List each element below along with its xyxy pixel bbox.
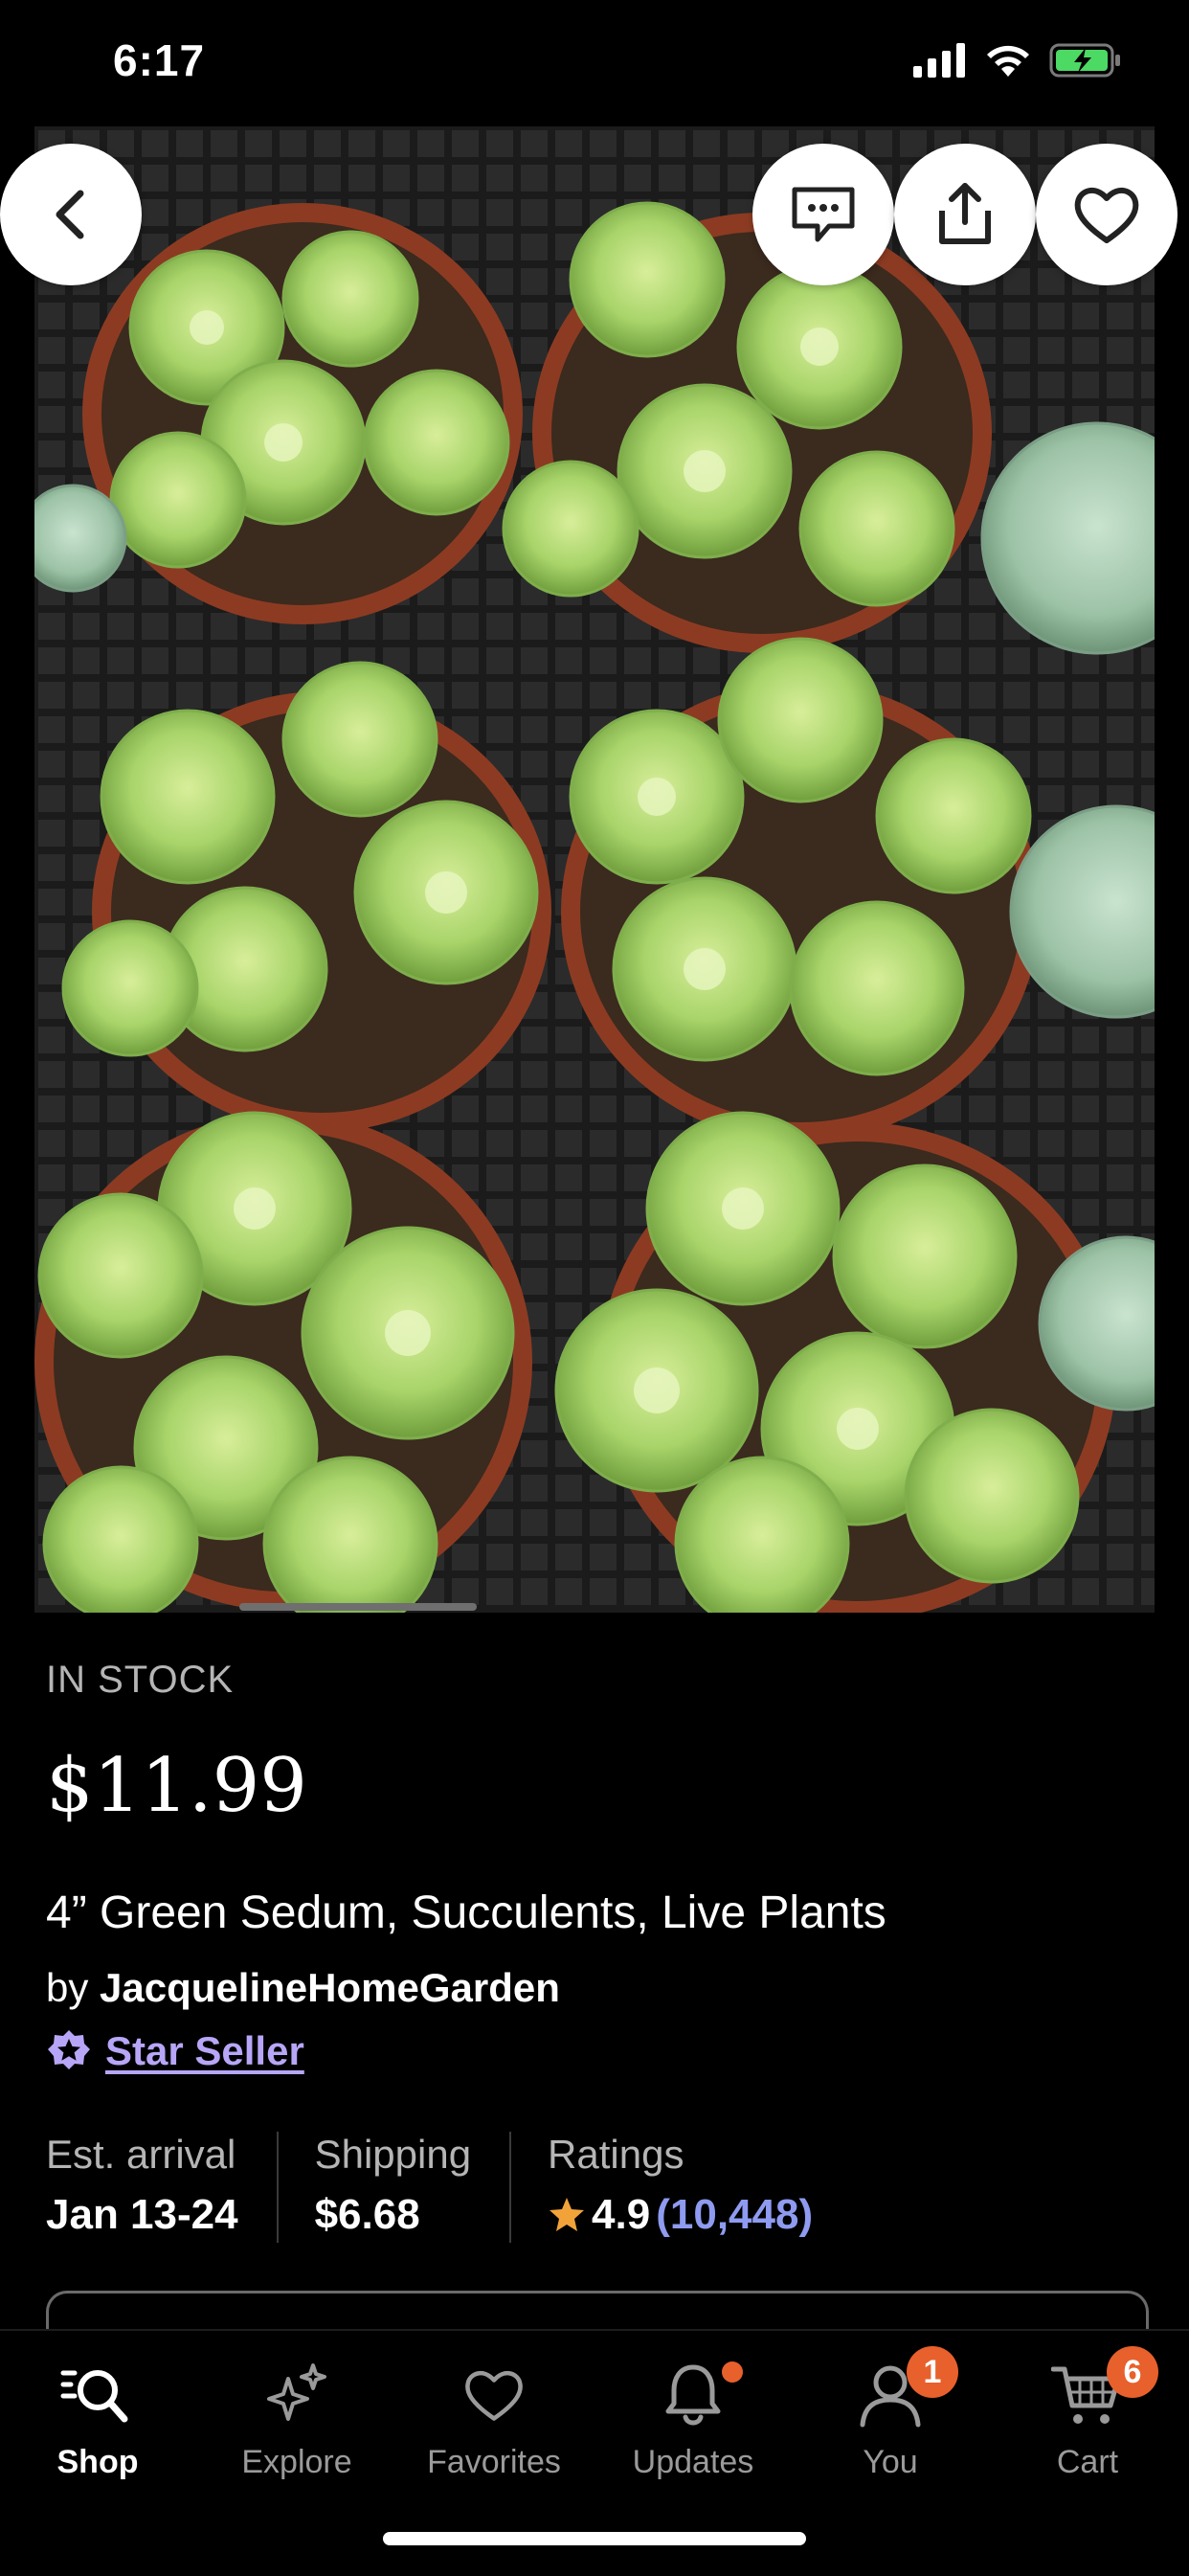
- est-arrival-label: Est. arrival: [46, 2132, 236, 2177]
- message-seller-button[interactable]: [752, 144, 894, 285]
- succulent-image: [34, 126, 1155, 1613]
- star-seller-link[interactable]: Star Seller: [105, 2028, 304, 2074]
- you-badge: 1: [907, 2346, 958, 2398]
- share-icon: [939, 183, 991, 244]
- star-seller-icon: [48, 2030, 90, 2069]
- heart-icon: [465, 2370, 523, 2421]
- product-photo[interactable]: [34, 126, 1155, 1613]
- seller-line[interactable]: by JacquelineHomeGarden: [46, 1965, 560, 2011]
- tab-you[interactable]: 1 You: [795, 2346, 986, 2481]
- tab-cart-label: Cart: [1056, 2444, 1119, 2480]
- shipping-label: Shipping: [314, 2132, 472, 2177]
- star-seller-badge[interactable]: Star Seller: [46, 2028, 304, 2074]
- status-icons: [913, 42, 1122, 79]
- chevron-left-icon: [56, 190, 84, 239]
- home-indicator[interactable]: [383, 2532, 806, 2545]
- rating-value: 4.9: [592, 2191, 651, 2238]
- share-button[interactable]: [894, 144, 1036, 285]
- rating-count-link[interactable]: (10,448): [656, 2191, 813, 2239]
- listing-stats: Est. arrival Jan 13-24 Shipping $6.68 Ra…: [46, 2132, 887, 2243]
- sparkle-icon: [267, 2363, 326, 2421]
- heart-icon: [1074, 187, 1139, 243]
- stock-status: IN STOCK: [46, 1659, 235, 1701]
- tab-explore-label: Explore: [241, 2444, 352, 2480]
- est-arrival: Est. arrival Jan 13-24: [46, 2132, 279, 2243]
- back-button[interactable]: [0, 144, 142, 285]
- shop-search-icon: [60, 2370, 128, 2423]
- tab-cart[interactable]: 6 Cart: [992, 2346, 1183, 2481]
- star-icon: [550, 2198, 585, 2231]
- wifi-icon: [987, 45, 1029, 77]
- tab-updates-label: Updates: [632, 2444, 754, 2480]
- shipping: Shipping $6.68: [314, 2132, 512, 2243]
- tab-shop-label: Shop: [56, 2444, 139, 2480]
- status-bar: 6:17: [0, 0, 1189, 126]
- battery-charging-icon: [1049, 43, 1120, 78]
- tab-favorites[interactable]: Favorites: [398, 2352, 590, 2481]
- tab-favorites-label: Favorites: [427, 2444, 561, 2480]
- price: $11.99: [46, 1743, 307, 1829]
- est-arrival-value: Jan 13-24: [46, 2191, 238, 2238]
- seller-prefix: by: [46, 1965, 89, 2010]
- status-time: 6:17: [113, 35, 206, 85]
- favorite-button[interactable]: [1036, 144, 1178, 285]
- tab-you-label: You: [863, 2444, 918, 2480]
- tab-updates[interactable]: Updates: [597, 2352, 789, 2481]
- tab-shop[interactable]: Shop: [2, 2352, 193, 2481]
- image-scroll-indicator: [239, 1603, 477, 1611]
- seller-name[interactable]: JacquelineHomeGarden: [100, 1965, 560, 2010]
- chat-bubble-icon: [792, 187, 855, 242]
- listing-title: 4” Green Sedum, Succulents, Live Plants: [46, 1887, 886, 1938]
- updates-notification-dot: [722, 2361, 743, 2383]
- bell-icon: [665, 2364, 721, 2426]
- ratings[interactable]: Ratings 4.9 (10,448): [548, 2132, 851, 2243]
- shipping-value: $6.68: [314, 2191, 420, 2238]
- ratings-label: Ratings: [548, 2132, 684, 2177]
- cellular-signal-icon: [913, 43, 965, 78]
- cart-badge: 6: [1107, 2346, 1158, 2398]
- tab-explore[interactable]: Explore: [201, 2352, 393, 2481]
